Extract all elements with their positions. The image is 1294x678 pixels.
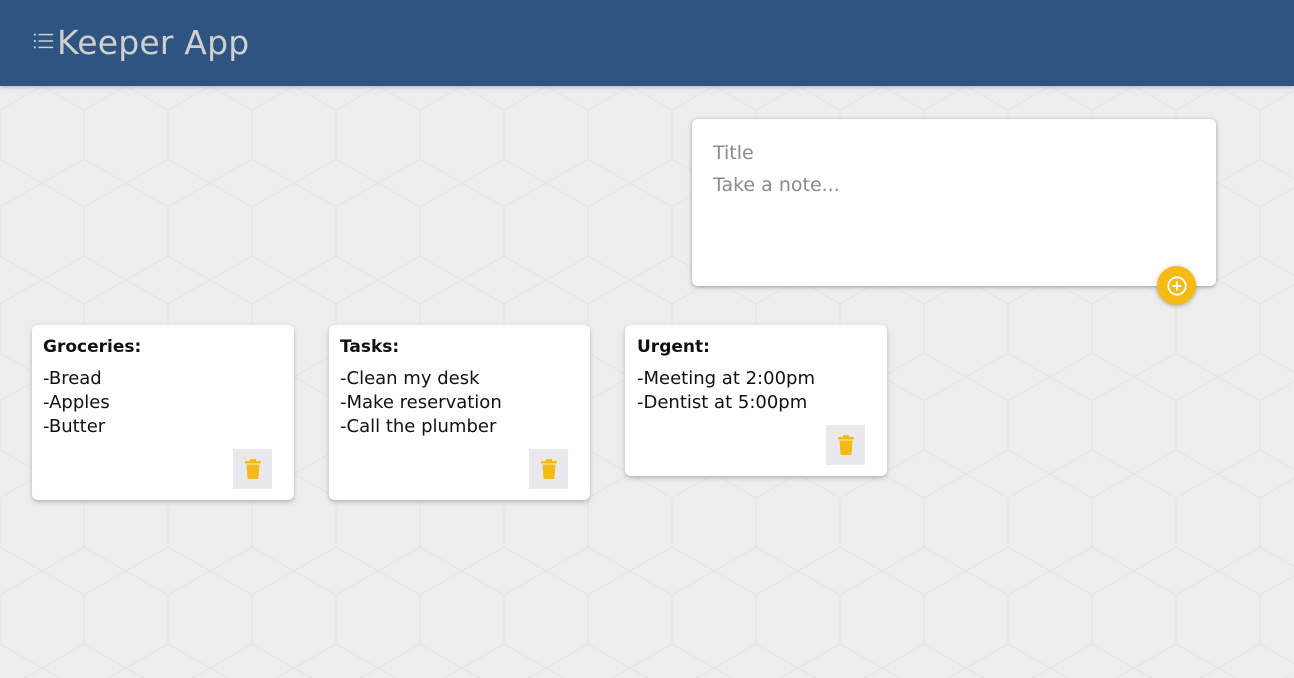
brand: Keeper App: [33, 20, 249, 64]
note-card: Urgent: -Meeting at 2:00pm -Dentist at 5…: [625, 325, 887, 476]
note-line: -Meeting at 2:00pm: [637, 368, 815, 389]
note-title-input[interactable]: [713, 140, 1183, 166]
note-title: Groceries:: [43, 337, 142, 357]
delete-note-button[interactable]: [233, 449, 272, 489]
trash-icon: [244, 459, 261, 479]
note-content: -Bread -Apples -Butter: [43, 367, 110, 439]
app-header: Keeper App: [0, 0, 1294, 86]
note-title: Tasks:: [340, 337, 400, 357]
note-card: Groceries: -Bread -Apples -Butter: [32, 325, 294, 500]
note-title: Urgent:: [637, 337, 710, 357]
add-circle-icon: [1166, 275, 1187, 296]
trash-icon: [837, 435, 854, 455]
delete-note-button[interactable]: [529, 449, 568, 489]
note-line: -Call the plumber: [340, 416, 497, 437]
note-content: -Clean my desk -Make reservation -Call t…: [340, 367, 502, 439]
note-content-input[interactable]: [713, 174, 1183, 264]
create-note-form: [692, 119, 1216, 286]
note-line: -Make reservation: [340, 392, 502, 413]
note-content: -Meeting at 2:00pm -Dentist at 5:00pm: [637, 367, 815, 415]
note-line: -Butter: [43, 416, 106, 437]
trash-icon: [540, 459, 557, 479]
note-line: -Bread: [43, 368, 102, 389]
add-note-button[interactable]: [1157, 266, 1196, 305]
list-icon: [33, 33, 54, 49]
delete-note-button[interactable]: [826, 425, 865, 465]
note-line: -Apples: [43, 392, 110, 413]
note-line: -Dentist at 5:00pm: [637, 392, 808, 413]
note-card: Tasks: -Clean my desk -Make reservation …: [329, 325, 590, 500]
note-line: -Clean my desk: [340, 368, 480, 389]
app-title: Keeper App: [57, 22, 250, 62]
